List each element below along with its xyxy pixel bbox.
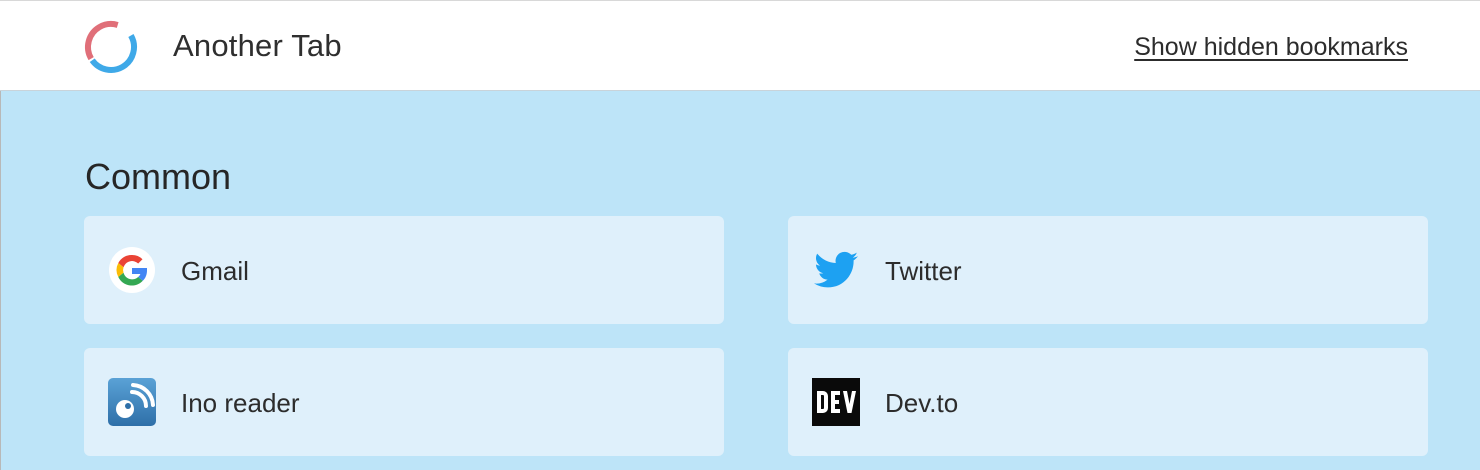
app-title: Another Tab	[173, 28, 342, 63]
google-icon	[108, 246, 156, 294]
devto-icon	[812, 378, 860, 426]
bookmark-label: Twitter	[885, 256, 962, 286]
another-tab-logo-icon[interactable]	[82, 18, 140, 76]
show-hidden-bookmarks-link[interactable]: Show hidden bookmarks	[1134, 33, 1408, 62]
bookmark-label: Ino reader	[181, 388, 300, 418]
page: Another Tab Show hidden bookmarks Common…	[0, 0, 1480, 470]
bookmark-card-twitter[interactable]: Twitter	[788, 216, 1428, 324]
bookmark-card-devto[interactable]: Dev.to	[788, 348, 1428, 456]
inoreader-icon	[108, 378, 156, 426]
twitter-icon	[812, 246, 860, 294]
bookmark-card-gmail[interactable]: Gmail	[84, 216, 724, 324]
bookmark-label: Dev.to	[885, 388, 959, 418]
top-bar: Another Tab Show hidden bookmarks	[0, 0, 1480, 91]
bookmark-grid: Gmail Twitter Ino reader Dev.to	[84, 216, 1428, 456]
bookmark-label: Gmail	[181, 256, 249, 286]
bookmark-card-inoreader[interactable]: Ino reader	[84, 348, 724, 456]
section-title: Common	[85, 156, 232, 197]
